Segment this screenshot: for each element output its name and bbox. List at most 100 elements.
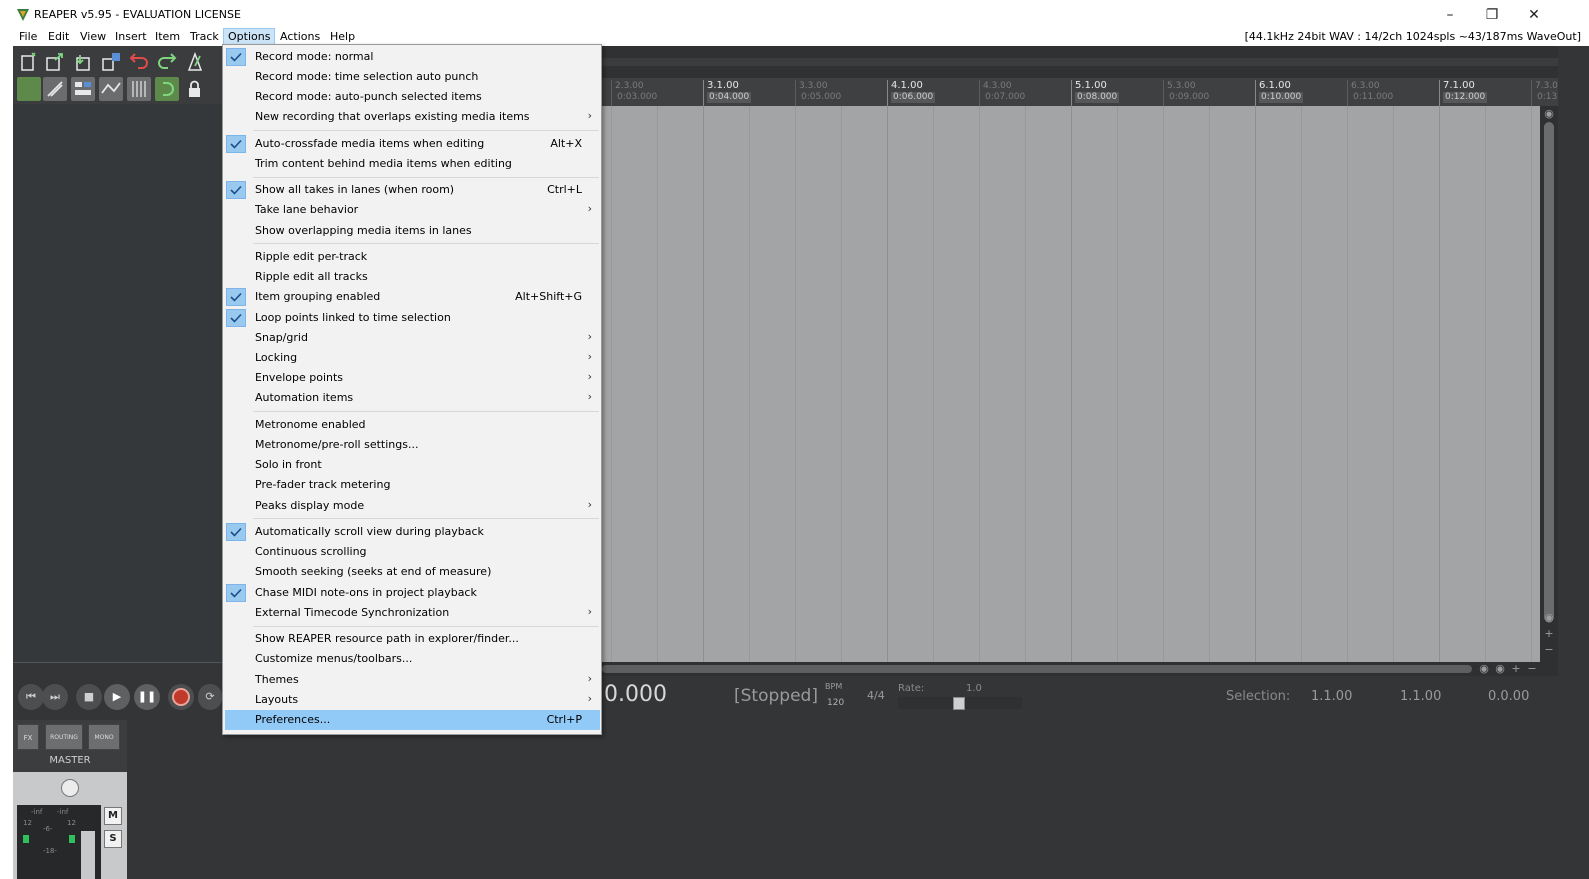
loop-link-icon[interactable]	[155, 77, 179, 101]
menu-item-shortcut: Ctrl+P	[546, 712, 582, 726]
zoom-in-icon[interactable]: +	[1543, 628, 1555, 640]
menu-item[interactable]: Item	[151, 28, 184, 46]
ruler-bar-label: 6.3.00	[1351, 81, 1380, 91]
undo-icon[interactable]	[127, 50, 151, 74]
metronome-icon[interactable]	[183, 50, 207, 74]
menu-item-solo-in-front[interactable]: Solo in front	[225, 455, 600, 475]
menu-edit[interactable]: Edit	[44, 28, 73, 46]
menu-item-customize-menus-toolbars[interactable]: Customize menus/toolbars...	[225, 649, 600, 669]
menu-track[interactable]: Track	[186, 28, 223, 46]
menu-item-record-mode-normal[interactable]: Record mode: normal	[225, 47, 600, 67]
vertical-scrollbar[interactable]: ◉ ◉ + −	[1540, 106, 1558, 662]
master-solo-button[interactable]: S	[104, 830, 122, 848]
menu-insert[interactable]: Insert	[111, 28, 151, 46]
save-project-icon[interactable]	[71, 50, 95, 74]
volume-fader[interactable]	[81, 831, 95, 879]
menu-item-themes[interactable]: Themes ›	[225, 670, 600, 690]
menu-item-item-grouping-enabled[interactable]: Item grouping enabled Alt+Shift+G	[225, 287, 600, 307]
menu-item-automation-items[interactable]: Automation items ›	[225, 388, 600, 408]
menu-item-take-lane-behavior[interactable]: Take lane behavior ›	[225, 200, 600, 220]
menu-item-automatically-scroll-view-during-playback[interactable]: Automatically scroll view during playbac…	[225, 522, 600, 542]
menu-item-show-all-takes-in-lanes-when-room[interactable]: Show all takes in lanes (when room) Ctrl+…	[225, 180, 600, 200]
project-settings-icon[interactable]	[99, 50, 123, 74]
menu-item-show-overlapping-media-items-in-lanes[interactable]: Show overlapping media items in lanes	[225, 221, 600, 241]
horizontal-scroll-thumb[interactable]	[602, 665, 1472, 673]
go-to-end-button[interactable]: ⏭	[42, 684, 68, 710]
horizontal-scrollbar[interactable]: ◉ ◉ + −	[602, 662, 1558, 676]
vertical-scroll-thumb[interactable]	[1544, 122, 1554, 622]
arrange-view[interactable]	[602, 106, 1540, 662]
h-zoom-toggle-icon[interactable]: ◉	[1494, 663, 1506, 675]
play-state-label: [Stopped]	[734, 686, 818, 706]
repeat-toggle-button[interactable]: ⟳	[198, 684, 222, 710]
menu-item-metronome-enabled[interactable]: Metronome enabled	[225, 415, 600, 435]
stop-button[interactable]: ■	[76, 684, 102, 710]
zoom-reset-icon[interactable]: ◉	[1543, 108, 1555, 120]
master-fx-button[interactable]: FX	[17, 724, 39, 750]
menu-item-label: Auto-crossfade media items when editing	[255, 136, 485, 150]
menu-item-pre-fader-track-metering[interactable]: Pre-fader track metering	[225, 475, 600, 495]
h-zoom-reset-icon[interactable]: ◉	[1478, 663, 1490, 675]
envelope-points-icon[interactable]	[99, 77, 123, 101]
menu-item-ripple-edit-per-track[interactable]: Ripple edit per-track	[225, 247, 600, 267]
close-button[interactable]: ✕	[1514, 4, 1554, 26]
master-mute-button[interactable]: M	[104, 807, 122, 825]
menu-item-layouts[interactable]: Layouts ›	[225, 690, 600, 710]
menu-item-smooth-seeking-seeks-at-end-of-measure[interactable]: Smooth seeking (seeks at end of measure)	[225, 562, 600, 582]
time-display[interactable]: 0.000	[604, 682, 667, 707]
menu-item-preferences[interactable]: Preferences... Ctrl+P	[225, 709, 600, 730]
menu-item-envelope-points[interactable]: Envelope points ›	[225, 368, 600, 388]
ripple-edit-icon[interactable]	[43, 77, 67, 101]
menu-view[interactable]: View	[76, 28, 110, 46]
new-project-icon[interactable]	[17, 50, 41, 74]
menu-item-trim-content-behind-media-items-when-editing[interactable]: Trim content behind media items when edi…	[225, 154, 600, 174]
grid-toggle-icon[interactable]	[17, 77, 41, 101]
master-routing-button[interactable]: ROUTING	[45, 724, 83, 750]
menu-item-auto-crossfade-media-items-when-editing[interactable]: Auto-crossfade media items when editing A…	[225, 134, 600, 154]
go-to-start-button[interactable]: ⏮	[18, 684, 44, 710]
play-button[interactable]: ▶	[104, 684, 130, 710]
menu-item-metronome-pre-roll-settings[interactable]: Metronome/pre-roll settings...	[225, 435, 600, 455]
h-zoom-out-icon[interactable]: −	[1526, 663, 1538, 675]
selection-end[interactable]: 1.1.00	[1400, 689, 1441, 704]
record-button[interactable]	[168, 684, 194, 710]
menu-file[interactable]: File	[15, 28, 41, 46]
menu-item-snap-grid[interactable]: Snap/grid ›	[225, 328, 600, 348]
minimize-button[interactable]: –	[1430, 4, 1470, 26]
menu-item-external-timecode-synchronization[interactable]: External Timecode Synchronization ›	[225, 603, 600, 623]
rate-slider-handle[interactable]	[953, 697, 965, 710]
open-project-icon[interactable]	[43, 50, 67, 74]
ruler-time-label: 0:12.000	[1443, 92, 1488, 103]
menu-item-record-mode-auto-punch-selected-items[interactable]: Record mode: auto-punch selected items	[225, 87, 600, 107]
redo-icon[interactable]	[155, 50, 179, 74]
lock-icon[interactable]	[183, 77, 207, 101]
snap-grid-icon[interactable]	[127, 77, 151, 101]
selection-length[interactable]: 0.0.00	[1488, 689, 1529, 704]
pause-button[interactable]: ❚❚	[134, 684, 160, 710]
bpm-value[interactable]: 120	[827, 698, 844, 708]
menu-item-new-recording-that-overlaps-existing-media-items[interactable]: New recording that overlaps existing med…	[225, 107, 600, 127]
zoom-toggle-icon[interactable]: ◉	[1543, 612, 1555, 624]
menu-item-record-mode-time-selection-auto-punch[interactable]: Record mode: time selection auto punch	[225, 67, 600, 87]
restore-button[interactable]: ❐	[1472, 4, 1512, 26]
tcp-divider[interactable]	[13, 662, 223, 676]
menu-item-peaks-display-mode[interactable]: Peaks display mode ›	[225, 496, 600, 516]
master-label: MASTER	[49, 755, 91, 766]
menu-item-continuous-scrolling[interactable]: Continuous scrolling	[225, 542, 600, 562]
pan-knob[interactable]	[61, 779, 79, 797]
menu-item-locking[interactable]: Locking ›	[225, 348, 600, 368]
h-zoom-in-icon[interactable]: +	[1510, 663, 1522, 675]
timeline-ruler[interactable]: 2.3.00 0:03.000 3.1.00 0:04.000 3.3.00 0…	[602, 78, 1558, 106]
audio-device-status[interactable]: [44.1kHz 24bit WAV : 14/2ch 1024spls ~43…	[1245, 28, 1581, 46]
menu-item-loop-points-linked-to-time-selection[interactable]: Loop points linked to time selection	[225, 308, 600, 328]
menu-item-label: Peaks display mode	[255, 498, 365, 512]
item-grouping-icon[interactable]	[71, 77, 95, 101]
menu-item-chase-midi-note-ons-in-project-playback[interactable]: Chase MIDI note-ons in project playback	[225, 583, 600, 603]
selection-start[interactable]: 1.1.00	[1311, 689, 1352, 704]
menu-item-ripple-edit-all-tracks[interactable]: Ripple edit all tracks	[225, 267, 600, 287]
time-signature[interactable]: 4/4	[867, 689, 885, 702]
menu-item-show-reaper-resource-path-in-explorer-finder[interactable]: Show REAPER resource path in explorer/fi…	[225, 629, 600, 649]
track-control-panel[interactable]	[13, 104, 223, 662]
master-mono-button[interactable]: MONO	[88, 724, 120, 750]
zoom-out-icon[interactable]: −	[1543, 644, 1555, 656]
